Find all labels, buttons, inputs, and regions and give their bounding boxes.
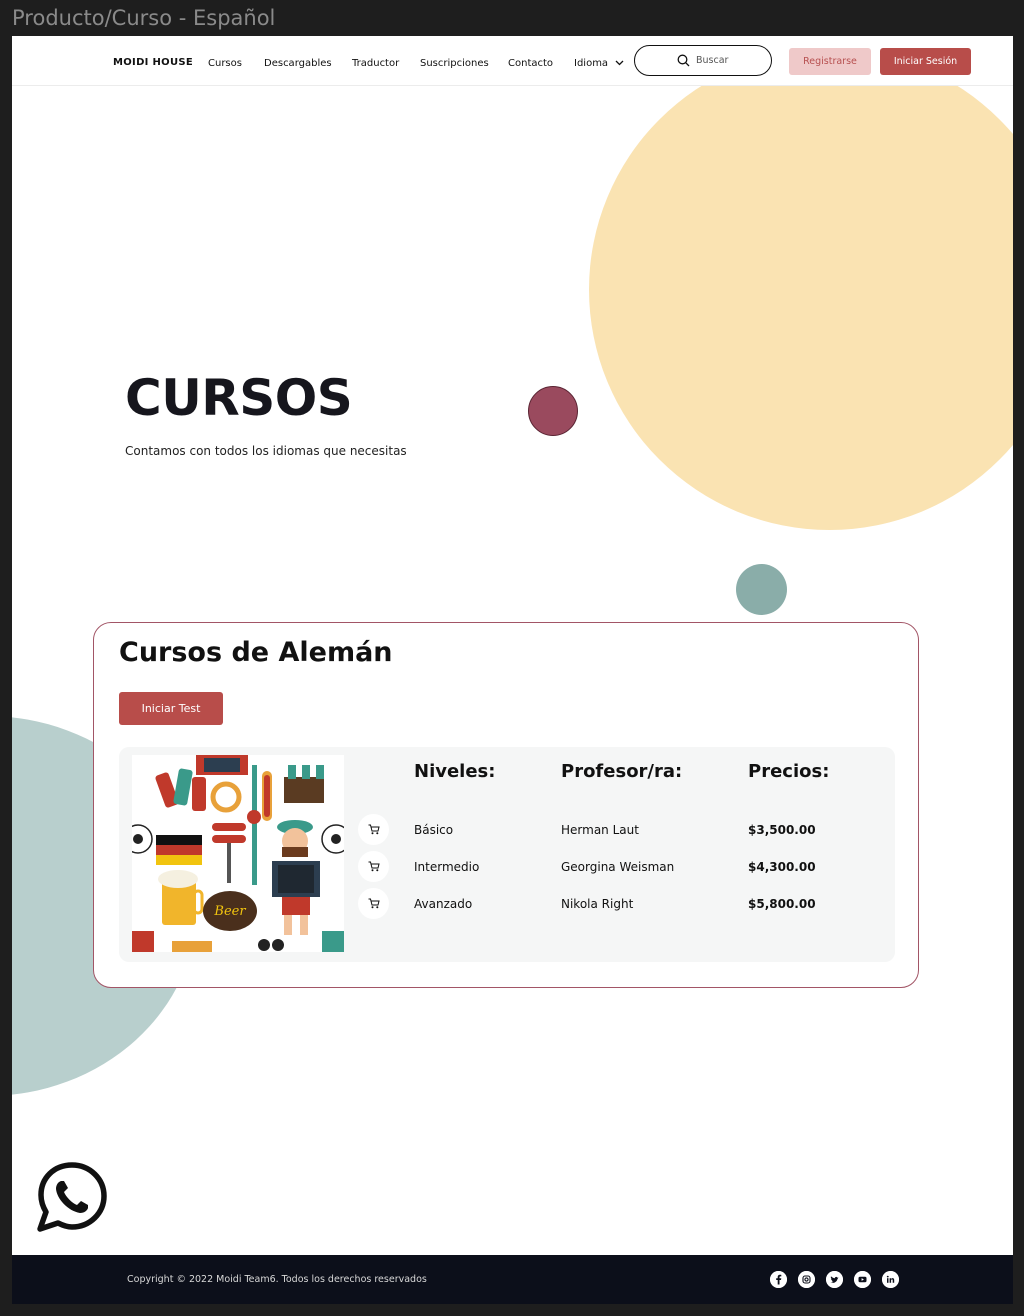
youtube-icon[interactable]: [854, 1271, 871, 1288]
teacher-cell: Herman Laut: [561, 823, 639, 837]
frame-title: Producto/Curso - Español: [12, 6, 276, 30]
course-details: Beer Niveles: Profesor/ra: Precios: Bási…: [119, 747, 895, 962]
add-to-cart-button[interactable]: [358, 888, 389, 919]
cart-icon: [368, 861, 380, 872]
copyright-text: Copyright © 2022 Moidi Team6. Todos los …: [127, 1274, 427, 1285]
search-icon: [677, 54, 690, 67]
decor-circle-yellow: [589, 49, 1013, 530]
page-subtitle: Contamos con todos los idiomas que neces…: [125, 444, 407, 458]
add-to-cart-button[interactable]: [358, 851, 389, 882]
nav-dropdown-idioma-label: Idioma: [574, 58, 609, 69]
decor-circle-maroon: [528, 386, 578, 436]
level-cell: Básico: [414, 823, 454, 837]
nav-dropdown-idioma[interactable]: Idioma: [574, 58, 624, 69]
illustration-beer-text: Beer: [213, 904, 246, 919]
level-cell: Avanzado: [414, 897, 473, 911]
brand-logo[interactable]: MOIDI HOUSE: [113, 57, 193, 68]
german-culture-illustration: Beer: [132, 755, 344, 952]
page-title: CURSOS: [125, 369, 353, 427]
course-card: Cursos de Alemán Iniciar Test Beer Nivel…: [93, 622, 919, 988]
illustration-svg: Beer: [132, 755, 344, 952]
footer: Copyright © 2022 Moidi Team6. Todos los …: [12, 1255, 1013, 1304]
header-teacher: Profesor/ra:: [561, 761, 683, 782]
teacher-cell: Nikola Right: [561, 897, 634, 911]
cart-icon: [368, 824, 380, 835]
search-placeholder: Buscar: [696, 55, 729, 66]
price-cell: $3,500.00: [748, 823, 816, 837]
register-button[interactable]: Registrarse: [789, 48, 871, 75]
course-title: Cursos de Alemán: [119, 637, 393, 668]
decor-circle-teal: [736, 564, 787, 615]
facebook-icon[interactable]: [770, 1271, 787, 1288]
search-input[interactable]: Buscar: [634, 45, 772, 76]
instagram-icon[interactable]: [798, 1271, 815, 1288]
linkedin-icon[interactable]: [882, 1271, 899, 1288]
nav-link-cursos[interactable]: Cursos: [208, 58, 242, 69]
whatsapp-icon: [37, 1162, 107, 1232]
nav-link-descargables[interactable]: Descargables: [264, 58, 332, 69]
login-button[interactable]: Iniciar Sesión: [880, 48, 971, 75]
start-test-button[interactable]: Iniciar Test: [119, 692, 223, 725]
nav-link-suscripciones[interactable]: Suscripciones: [420, 58, 489, 69]
twitter-icon[interactable]: [826, 1271, 843, 1288]
cart-icon: [368, 898, 380, 909]
header-levels: Niveles:: [414, 761, 496, 782]
price-cell: $4,300.00: [748, 860, 816, 874]
price-cell: $5,800.00: [748, 897, 816, 911]
add-to-cart-button[interactable]: [358, 814, 389, 845]
level-cell: Intermedio: [414, 860, 480, 874]
navbar: MOIDI HOUSE Cursos Descargables Traducto…: [12, 36, 1013, 86]
page: MOIDI HOUSE Cursos Descargables Traducto…: [12, 36, 1013, 1304]
header-prices: Precios:: [748, 761, 830, 782]
nav-link-traductor[interactable]: Traductor: [352, 58, 399, 69]
chevron-down-icon: [615, 60, 624, 66]
teacher-cell: Georgina Weisman: [561, 860, 675, 874]
whatsapp-button[interactable]: [36, 1161, 108, 1233]
nav-link-contacto[interactable]: Contacto: [508, 58, 553, 69]
